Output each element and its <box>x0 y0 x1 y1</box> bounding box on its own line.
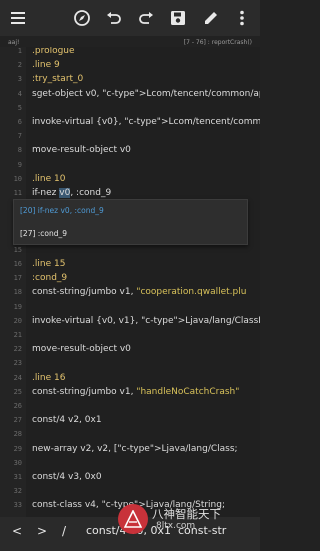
watermark: 八神智能天下 8ltx.com <box>118 500 260 548</box>
code-line: .line 10 <box>32 173 66 184</box>
line-number: 7 <box>17 132 22 141</box>
line-number: 33 <box>13 501 22 510</box>
line-number: 31 <box>13 473 22 481</box>
line-number: 20 <box>13 316 22 325</box>
edit-icon[interactable] <box>199 6 223 30</box>
line-number: 19 <box>13 302 22 311</box>
symbol-key-less-than[interactable]: < <box>12 524 22 538</box>
code-line: const/4 v3, 0x0 <box>32 472 102 482</box>
jump-suggestion-popup: [20] if-nez v0, :cond_9 [27] :cond_9 <box>13 199 248 245</box>
suggestion-item[interactable]: [27] :cond_9 <box>20 229 67 238</box>
line-number: 1 <box>17 47 22 55</box>
line-number: 10 <box>13 174 22 183</box>
line-number: 5 <box>17 103 22 112</box>
line-number: 9 <box>17 160 22 169</box>
line-number: 32 <box>13 487 22 496</box>
code-editor[interactable]: 1 2 3 4 5 6 7 8 9 10 11 12 13 14 15 16 1… <box>0 47 260 517</box>
line-number: 24 <box>13 373 22 382</box>
code-line: const-string/jumbo v1, "cooperation.qwal… <box>32 287 247 298</box>
line-number: 21 <box>13 331 22 339</box>
code-line: move-result-object v0 <box>32 344 131 355</box>
code-line: .prologue <box>32 47 75 56</box>
info-bar: aaj! [7 - 76] : reportCrash() <box>0 37 260 47</box>
line-number: 26 <box>13 402 22 410</box>
code-line: const/4 v2, 0x1 <box>32 415 102 426</box>
code-line: .line 9 <box>32 60 60 71</box>
line-number: 4 <box>17 89 22 98</box>
code-line: sget-object v0, "c-type">Lcom/tencent/co… <box>32 88 260 99</box>
line-number: 28 <box>13 430 22 439</box>
line-number: 6 <box>17 118 22 126</box>
code-line: new-array v2, v2, ["c-type">Ljava/lang/C… <box>32 443 238 454</box>
save-icon[interactable] <box>166 6 190 30</box>
watermark-title: 八神智能天下 <box>152 507 221 521</box>
code-line: :cond_9 <box>32 273 68 284</box>
code-line: .line 15 <box>32 259 66 269</box>
symbol-key-slash[interactable]: / <box>62 524 66 538</box>
line-number: 16 <box>13 260 22 268</box>
code-line: invoke-virtual {v0, v1}, "c-type">Ljava/… <box>32 315 260 326</box>
symbol-key-greater-than[interactable]: > <box>37 524 47 538</box>
watermark-logo-icon <box>118 504 148 534</box>
line-number: 27 <box>13 416 22 425</box>
line-number: 18 <box>13 288 22 297</box>
cursor-position: [7 - 76] : reportCrash() <box>183 39 252 46</box>
line-number: 30 <box>13 458 22 467</box>
line-number: 15 <box>13 245 22 254</box>
code-line: :try_start_0 <box>32 74 84 85</box>
code-line: invoke-virtual {v0}, "c-type">Lcom/tence… <box>32 117 260 127</box>
compass-icon[interactable] <box>70 6 94 30</box>
code-line: const-string/jumbo v1, "handleNoCatchCra… <box>32 386 240 397</box>
file-name: aaj! <box>8 39 20 46</box>
line-number: 2 <box>17 61 22 70</box>
code-line-current: if-nez v0, :cond_9 <box>32 188 112 198</box>
code-line: .line 16 <box>32 372 66 383</box>
line-number: 3 <box>17 75 22 84</box>
line-number: 8 <box>17 146 22 155</box>
line-number: 29 <box>13 444 22 453</box>
line-number: 25 <box>13 387 22 396</box>
line-number: 17 <box>13 274 22 283</box>
suggestion-item[interactable]: [20] if-nez v0, :cond_9 <box>20 206 104 215</box>
menu-icon[interactable] <box>6 6 30 30</box>
top-toolbar <box>0 0 260 36</box>
line-number: 23 <box>13 359 22 368</box>
watermark-url: 8ltx.com <box>156 521 196 531</box>
code-line: move-result-object v0 <box>32 145 131 156</box>
line-number: 11 <box>13 189 22 197</box>
undo-icon[interactable] <box>102 6 126 30</box>
redo-icon[interactable] <box>134 6 158 30</box>
line-number: 22 <box>13 345 22 354</box>
more-icon[interactable] <box>230 6 254 30</box>
